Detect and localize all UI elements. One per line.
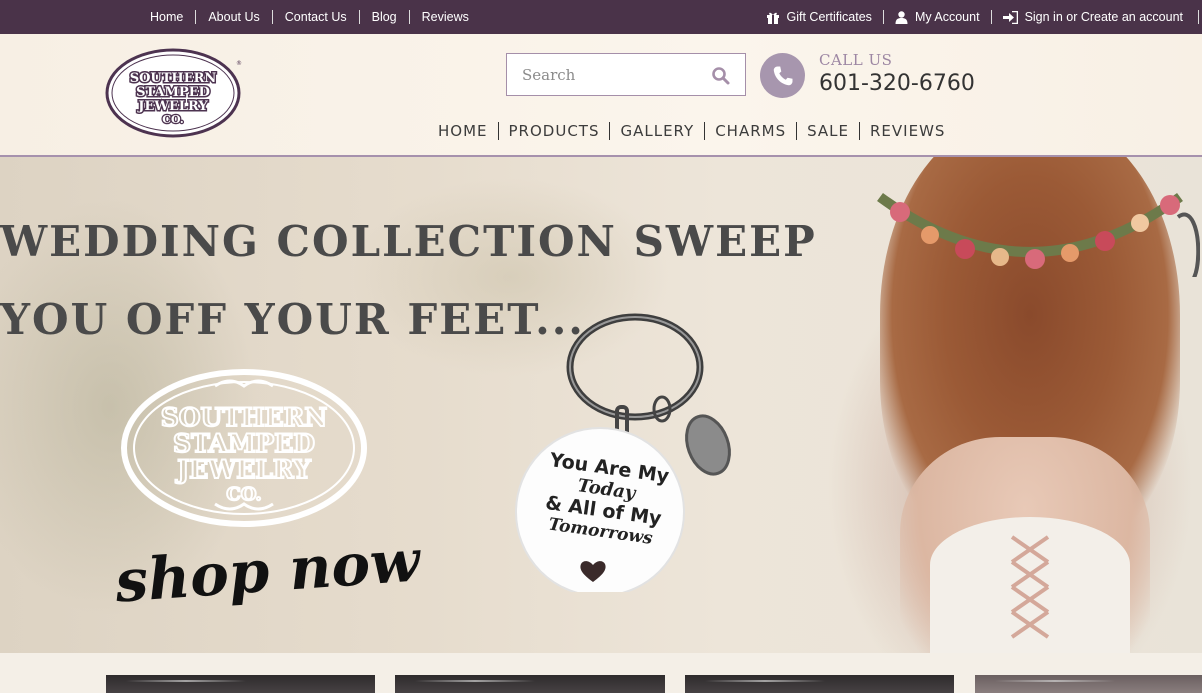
top-right-links: Gift Certificates My Account Sign in or … bbox=[755, 0, 1202, 34]
sign-in-icon bbox=[1002, 10, 1018, 24]
top-link-home[interactable]: Home bbox=[150, 10, 195, 24]
nav-reviews[interactable]: REVIEWS bbox=[859, 122, 945, 140]
heart-icon bbox=[580, 561, 606, 582]
category-tile[interactable] bbox=[106, 675, 375, 693]
hero-headline-line1: WEDDING COLLECTION SWEEP bbox=[0, 217, 817, 266]
top-link-contact-us[interactable]: Contact Us bbox=[271, 10, 359, 24]
svg-text:JEWELRY: JEWELRY bbox=[137, 99, 208, 114]
sign-in-label: Sign in or Create an account bbox=[1024, 10, 1183, 24]
category-strip bbox=[0, 653, 1202, 693]
nav-home[interactable]: HOME bbox=[438, 122, 498, 140]
gift-certificates-link[interactable]: Gift Certificates bbox=[755, 10, 883, 24]
svg-text:SOUTHERN: SOUTHERN bbox=[130, 71, 217, 86]
call-us-label: CALL US bbox=[819, 51, 893, 69]
top-utility-bar: Home About Us Contact Us Blog Reviews Gi… bbox=[0, 0, 1202, 34]
site-header: SOUTHERN STAMPED JEWELRY CO. ® CALL US 6… bbox=[0, 34, 1202, 157]
topbar-divider bbox=[1198, 10, 1202, 24]
my-account-link[interactable]: My Account bbox=[882, 10, 991, 24]
sign-in-link[interactable]: Sign in or Create an account bbox=[990, 10, 1194, 24]
top-link-about-us[interactable]: About Us bbox=[195, 10, 271, 24]
svg-text:CO.: CO. bbox=[162, 113, 184, 126]
nav-sale[interactable]: SALE bbox=[796, 122, 859, 140]
svg-text:STAMPED: STAMPED bbox=[136, 85, 210, 100]
main-navigation: HOME PRODUCTS GALLERY CHARMS SALE REVIEW… bbox=[438, 121, 945, 141]
nav-charms[interactable]: CHARMS bbox=[704, 122, 796, 140]
top-link-blog[interactable]: Blog bbox=[358, 10, 409, 24]
svg-text:SOUTHERN: SOUTHERN bbox=[161, 403, 328, 432]
user-icon bbox=[895, 10, 908, 24]
hero-headline-line2: YOU OFF YOUR FEET... bbox=[0, 295, 585, 344]
gift-icon bbox=[766, 12, 779, 24]
hero-bride-dress bbox=[930, 517, 1130, 653]
nav-gallery[interactable]: GALLERY bbox=[609, 122, 704, 140]
top-link-reviews[interactable]: Reviews bbox=[408, 10, 481, 24]
tile-decoration bbox=[995, 680, 1195, 682]
my-account-label: My Account bbox=[914, 10, 980, 24]
svg-text:JEWELRY: JEWELRY bbox=[175, 455, 312, 484]
search-icon[interactable] bbox=[711, 66, 731, 86]
phone-number[interactable]: 601-320-6760 bbox=[819, 71, 975, 96]
category-tile[interactable] bbox=[975, 675, 1202, 693]
svg-text:STAMPED: STAMPED bbox=[173, 429, 315, 458]
svg-text:®: ® bbox=[236, 60, 242, 67]
phone-icon bbox=[760, 53, 805, 98]
hero-banner[interactable]: WEDDING COLLECTION SWEEP YOU OFF YOUR FE… bbox=[0, 157, 1202, 653]
hero-flower-crown bbox=[877, 192, 1200, 277]
tile-decoration bbox=[705, 680, 905, 682]
nav-products[interactable]: PRODUCTS bbox=[497, 122, 610, 140]
category-tile[interactable] bbox=[395, 675, 665, 693]
tile-decoration bbox=[415, 680, 615, 682]
hero-logo: SOUTHERN STAMPED JEWELRY CO. bbox=[121, 369, 367, 527]
site-logo[interactable]: SOUTHERN STAMPED JEWELRY CO. ® bbox=[105, 48, 242, 138]
svg-text:CO.: CO. bbox=[226, 484, 261, 505]
category-tile[interactable] bbox=[685, 675, 954, 693]
search-input[interactable] bbox=[507, 54, 697, 95]
top-left-links: Home About Us Contact Us Blog Reviews bbox=[150, 0, 481, 34]
gift-certificates-label: Gift Certificates bbox=[786, 10, 872, 24]
tile-decoration bbox=[126, 680, 326, 682]
search-box bbox=[506, 53, 746, 96]
